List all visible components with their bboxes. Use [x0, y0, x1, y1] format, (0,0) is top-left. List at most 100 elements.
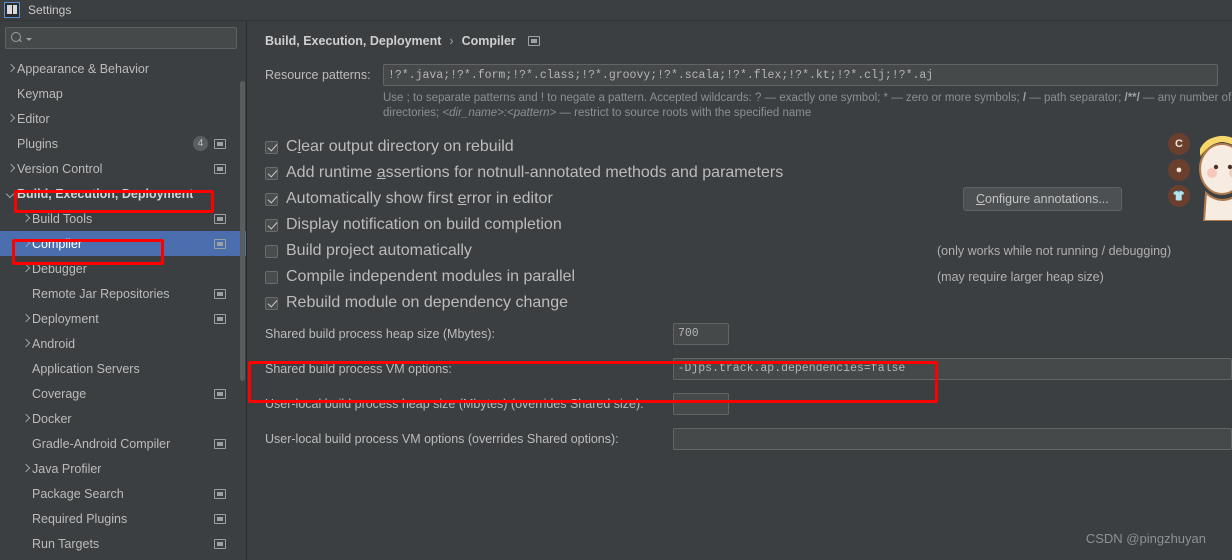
checkbox-clear-output-directory-on-rebuild[interactable] [265, 140, 278, 154]
checkbox-row-clear-output-directory-on-rebuild[interactable]: Clear output directory on rebuild [265, 134, 1232, 160]
project-scope-icon[interactable] [214, 513, 226, 524]
project-scope-icon[interactable] [214, 238, 226, 249]
project-scope-icon[interactable] [214, 388, 226, 399]
checkbox-automatically-show-first-error-in-editor[interactable] [265, 192, 278, 206]
search-input[interactable] [32, 31, 231, 45]
sidebar-item-coverage[interactable]: Coverage [0, 381, 246, 406]
intellij-idea-icon [4, 2, 20, 18]
sidebar-item-label: Editor [17, 111, 50, 126]
field-row-user-local-build-process-vm-options-overrides-shared-options: User-local build process VM options (ove… [265, 421, 1232, 456]
resource-patterns-row: Resource patterns: !?*.java;!?*.form;!?*… [265, 64, 1232, 86]
chevron-right-icon[interactable] [20, 213, 32, 225]
mascot-button-c-label: C [1175, 138, 1183, 150]
chevron-right-icon[interactable] [20, 238, 32, 250]
sidebar-item-label: Version Control [17, 161, 103, 176]
sidebar-item-plugins[interactable]: Plugins 4 [0, 131, 246, 156]
sidebar-item-java-profiler[interactable]: Java Profiler [0, 456, 246, 481]
chevron-right-icon[interactable] [20, 413, 32, 425]
breadcrumb-separator: › [449, 34, 454, 48]
chevron-right-icon[interactable] [5, 113, 17, 125]
mascot-button-c[interactable]: C [1168, 133, 1190, 155]
checkbox-compile-independent-modules-in-parallel[interactable] [265, 270, 278, 284]
sidebar-item-label: Plugins [17, 136, 58, 151]
checkbox-row-rebuild-module-on-dependency-change[interactable]: Rebuild module on dependency change [265, 290, 1232, 316]
sidebar-item-gradle-android-compiler[interactable]: Gradle-Android Compiler [0, 431, 246, 456]
checkbox-label-pre: Rebuild module on dependency change [286, 294, 568, 311]
project-scope-icon[interactable] [214, 163, 226, 174]
checkbox-row-display-notification-on-build-completion[interactable]: Display notification on build completion [265, 212, 1232, 238]
chevron-right-icon[interactable] [5, 163, 17, 175]
field-input-shared-build-process-heap-size-mbytes[interactable]: 700 [673, 322, 729, 345]
chevron-right-icon[interactable] [5, 63, 17, 75]
chevron-right-icon[interactable] [20, 338, 32, 350]
checkbox-build-project-automatically[interactable] [265, 244, 278, 258]
sidebar-item-keymap[interactable]: Keymap [0, 81, 246, 106]
checkbox-label-pre: Compile independent modules in parallel [286, 268, 576, 285]
mascot-button-dot-label: ● [1175, 164, 1183, 176]
project-scope-icon[interactable] [214, 313, 226, 324]
sidebar-item-deployment[interactable]: Deployment [0, 306, 246, 331]
checkbox-group: Clear output directory on rebuild Add run… [265, 134, 1232, 316]
hint-text: — path separator; [1026, 92, 1125, 104]
field-input-shared-build-process-vm-options[interactable]: -Djps.track.ap.dependencies=false [672, 357, 1232, 380]
field-input-user-local-build-process-heap-size-mbytes-overrides-shared-size[interactable] [673, 392, 729, 415]
checkbox-display-notification-on-build-completion[interactable] [265, 218, 278, 232]
sidebar-item-label: Application Servers [32, 361, 140, 376]
checkbox-row-compile-independent-modules-in-parallel[interactable]: Compile independent modules in parallel (… [265, 264, 1232, 290]
project-scope-icon[interactable] [214, 138, 226, 149]
breadcrumb-root[interactable]: Build, Execution, Deployment [265, 34, 441, 48]
sidebar-item-debugger[interactable]: Debugger [0, 256, 246, 281]
sidebar-item-run-targets[interactable]: Run Targets [0, 531, 246, 556]
field-input-user-local-build-process-vm-options-overrides-shared-options[interactable] [672, 427, 1232, 450]
plugins-update-badge: 4 [193, 136, 208, 151]
checkbox-label: Rebuild module on dependency change [286, 294, 568, 312]
sidebar-item-required-plugins[interactable]: Required Plugins [0, 506, 246, 531]
project-scope-icon[interactable] [527, 36, 540, 46]
project-scope-icon[interactable] [214, 488, 226, 499]
sidebar-item-editor[interactable]: Editor [0, 106, 246, 131]
sidebar-item-docker[interactable]: Docker [0, 406, 246, 431]
resource-patterns-label: Resource patterns: [265, 68, 371, 82]
mascot-button-dot[interactable]: ● [1168, 159, 1190, 181]
sidebar-item-build-tools[interactable]: Build Tools [0, 206, 246, 231]
checkbox-add-runtime-assertions-for-notnull-annotated-methods-and-parameters[interactable] [265, 166, 278, 180]
mascot-button-shirt[interactable]: 👕 [1168, 185, 1190, 207]
sidebar-item-remote-jar-repositories[interactable]: Remote Jar Repositories [0, 281, 246, 306]
sidebar-item-appearance-behavior[interactable]: Appearance & Behavior [0, 56, 246, 81]
sidebar-item-application-servers[interactable]: Application Servers [0, 356, 246, 381]
project-scope-icon[interactable] [214, 288, 226, 299]
chevron-right-icon[interactable] [20, 263, 32, 275]
title-bar: Settings [0, 0, 1232, 21]
checkbox-label: Build project automatically [286, 242, 472, 260]
project-scope-icon[interactable] [214, 538, 226, 549]
checkbox-rebuild-module-on-dependency-change[interactable] [265, 296, 278, 310]
project-scope-icon[interactable] [214, 438, 226, 449]
sidebar-item-compiler[interactable]: Compiler [0, 231, 246, 256]
sidebar-item-package-search[interactable]: Package Search [0, 481, 246, 506]
search-box[interactable] [5, 27, 237, 49]
sidebar-item-label: Package Search [32, 486, 124, 501]
checkbox-label-mnemonic: e [457, 190, 467, 207]
configure-annotations-button[interactable]: Configure annotations... [963, 187, 1122, 211]
chevron-right-icon[interactable] [20, 313, 32, 325]
sidebar-scrollbar[interactable] [240, 81, 245, 381]
checkbox-row-build-project-automatically[interactable]: Build project automatically (only works w… [265, 238, 1232, 264]
chevron-down-icon[interactable] [5, 188, 17, 200]
hint-text: — restrict to source roots with the spec… [556, 107, 812, 119]
sidebar-item-version-control[interactable]: Version Control [0, 156, 246, 181]
checkbox-label-pre: Add runtime [286, 164, 377, 181]
resource-patterns-input[interactable]: !?*.java;!?*.form;!?*.class;!?*.groovy;!… [383, 64, 1218, 86]
sidebar-item-label: Deployment [32, 311, 99, 326]
sidebar-item-android[interactable]: Android [0, 331, 246, 356]
sidebar-item-build-execution-deployment[interactable]: Build, Execution, Deployment [0, 181, 246, 206]
mascot-overlay: C ● 👕 [1162, 129, 1232, 221]
sidebar-item-label: Coverage [32, 386, 87, 401]
checkbox-row-add-runtime-assertions-for-notnull-annotated-methods-and-parameters[interactable]: Add runtime assertions for notnull-annot… [265, 160, 1232, 186]
project-scope-icon[interactable] [214, 213, 226, 224]
chevron-right-icon[interactable] [20, 463, 32, 475]
